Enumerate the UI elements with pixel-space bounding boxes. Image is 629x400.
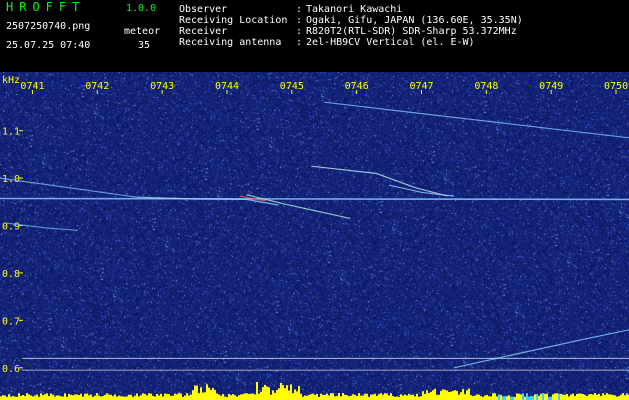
meteor-trace xyxy=(388,184,454,197)
colon: : xyxy=(296,37,303,48)
location-value: Ogaki, Gifu, JAPAN (136.60E, 35.35N) xyxy=(306,15,523,26)
frequency-tick-label: 1.1 xyxy=(2,127,20,138)
meteor-trace xyxy=(311,165,448,197)
antenna-label: Receiving antenna xyxy=(179,37,282,48)
time-axis: 0741 0742 0743 0744 0745 0746 0747 0748 0749 0750 xyxy=(20,81,628,94)
antenna-value: 2el-HB9CV Vertical (el. E-W) xyxy=(306,37,475,48)
spectrogram-overlay: kHz 1.11.00.90.80.70.6 0741 0742 0743 0744 0… xyxy=(0,75,629,400)
capture-datetime: 25.07.25 07:40 xyxy=(6,40,91,51)
observer-value: Takanori Kawachi xyxy=(306,4,403,15)
signal-level-bar xyxy=(0,382,629,400)
app-title: HROFFT xyxy=(6,0,86,14)
meteor-count-value: 35 xyxy=(138,40,151,51)
colon: : xyxy=(296,4,303,15)
frequency-axis-label: kHz xyxy=(2,75,20,86)
location-label: Receiving Location xyxy=(179,15,288,26)
receiver-value: R820T2(RTL-SDR) SDR-Sharp 53.372MHz xyxy=(306,26,517,37)
meteor-trace xyxy=(0,197,629,201)
frequency-tick-label: 0.7 xyxy=(2,316,20,327)
receiver-label: Receiver xyxy=(179,26,228,37)
frequency-tick-label: 0.6 xyxy=(2,364,20,375)
meteor-trace xyxy=(324,101,629,139)
info-header: HROFFT 1.0.0 2507250740.png 25.07.25 07:… xyxy=(0,0,629,72)
meteor-count-label: meteor xyxy=(124,26,161,37)
meteor-traces xyxy=(0,101,629,369)
app-version: 1.0.0 xyxy=(126,3,157,14)
observer-label: Observer xyxy=(179,4,228,15)
meteor-trace xyxy=(453,329,629,369)
colon: : xyxy=(296,26,303,37)
colon: : xyxy=(296,15,303,26)
frequency-tick-label: 0.8 xyxy=(2,269,20,280)
meteor-trace xyxy=(0,177,137,198)
threshold-lines xyxy=(22,357,629,371)
file-name: 2507250740.png xyxy=(6,21,91,32)
